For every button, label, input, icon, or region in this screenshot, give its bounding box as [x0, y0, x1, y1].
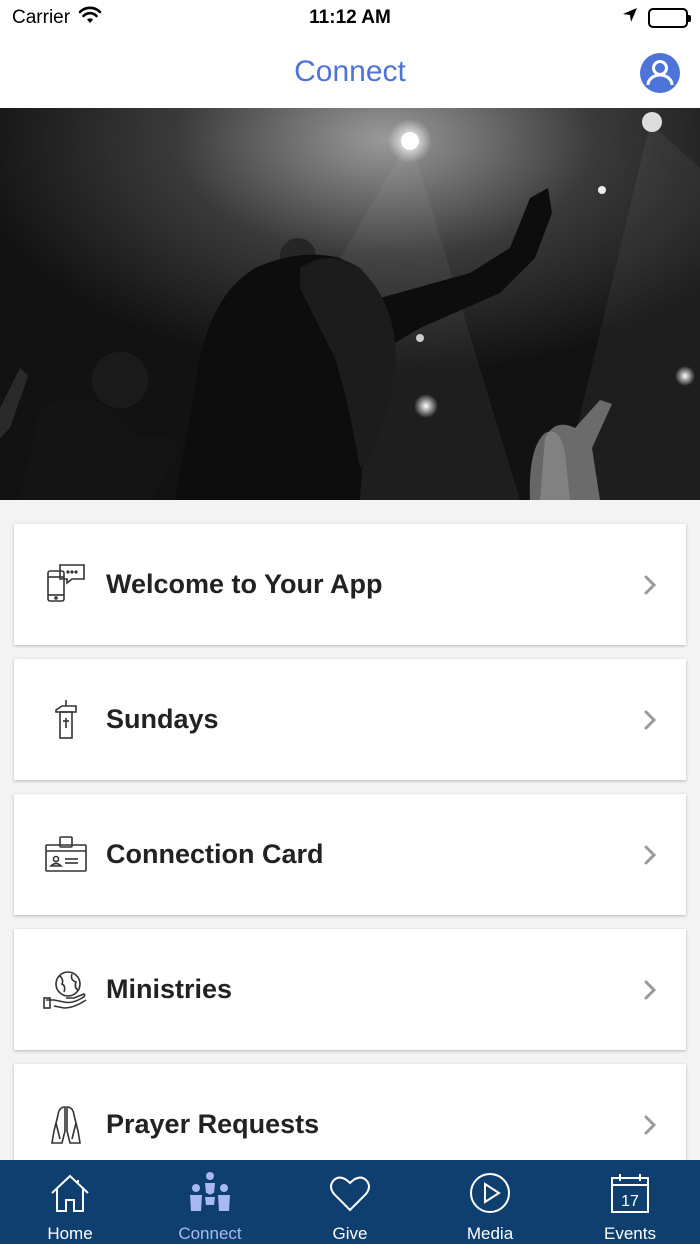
menu-item-label: Ministries — [106, 974, 233, 1004]
calendar-icon: 17 — [608, 1170, 652, 1216]
praying-hands-icon — [38, 1097, 94, 1153]
tab-label: Connect — [178, 1224, 242, 1243]
phone-chat-icon — [38, 557, 94, 613]
hero-image — [0, 108, 700, 500]
tab-label: Media — [466, 1224, 514, 1243]
wifi-icon — [78, 6, 102, 30]
user-circle-icon — [641, 54, 679, 92]
menu-item-sundays[interactable]: Sundays — [14, 659, 686, 780]
status-right — [622, 7, 691, 29]
status-left: Carrier — [12, 6, 102, 30]
battery-icon — [648, 8, 691, 28]
profile-button[interactable] — [640, 53, 680, 93]
id-card-icon — [38, 827, 94, 883]
worship-photo — [0, 108, 700, 500]
menu-item-label: Prayer Requests — [106, 1109, 320, 1139]
tab-label: Events — [604, 1224, 656, 1243]
status-time: 11:12 AM — [309, 7, 391, 28]
calendar-day: 17 — [621, 1193, 639, 1210]
people-icon — [188, 1170, 232, 1216]
location-arrow-icon — [622, 7, 638, 29]
menu-list: Welcome to Your App Sundays Connection C… — [0, 500, 700, 1160]
tab-label: Give — [332, 1224, 368, 1243]
chevron-right-icon — [644, 980, 657, 999]
tab-connect[interactable]: Connect — [140, 1160, 280, 1244]
menu-item-label: Connection Card — [106, 839, 324, 869]
menu-item-prayer-requests[interactable]: Prayer Requests — [14, 1064, 686, 1160]
home-icon — [48, 1170, 92, 1216]
page-title: Connect — [294, 55, 406, 88]
globe-hand-icon — [38, 962, 94, 1018]
chevron-right-icon — [644, 575, 657, 594]
pulpit-icon — [38, 692, 94, 748]
play-icon — [468, 1170, 512, 1216]
menu-item-label: Welcome to Your App — [106, 569, 383, 599]
nav-bar: Connect — [0, 36, 700, 108]
tab-give[interactable]: Give — [280, 1160, 420, 1244]
tab-label: Home — [47, 1224, 93, 1243]
menu-item-connection-card[interactable]: Connection Card — [14, 794, 686, 915]
heart-icon — [328, 1170, 372, 1216]
chevron-right-icon — [644, 1115, 657, 1134]
tab-events[interactable]: 17 Events — [560, 1160, 700, 1244]
tab-bar: Home Connect Give Media 17 Events — [0, 1160, 700, 1244]
status-bar: Carrier 11:12 AM — [0, 0, 700, 36]
tab-media[interactable]: Media — [420, 1160, 560, 1244]
menu-item-ministries[interactable]: Ministries — [14, 929, 686, 1050]
chevron-right-icon — [644, 845, 657, 864]
tab-home[interactable]: Home — [0, 1160, 140, 1244]
carrier-label: Carrier — [12, 7, 71, 28]
menu-item-label: Sundays — [106, 704, 219, 734]
chevron-right-icon — [644, 710, 657, 729]
menu-item-welcome[interactable]: Welcome to Your App — [14, 524, 686, 645]
